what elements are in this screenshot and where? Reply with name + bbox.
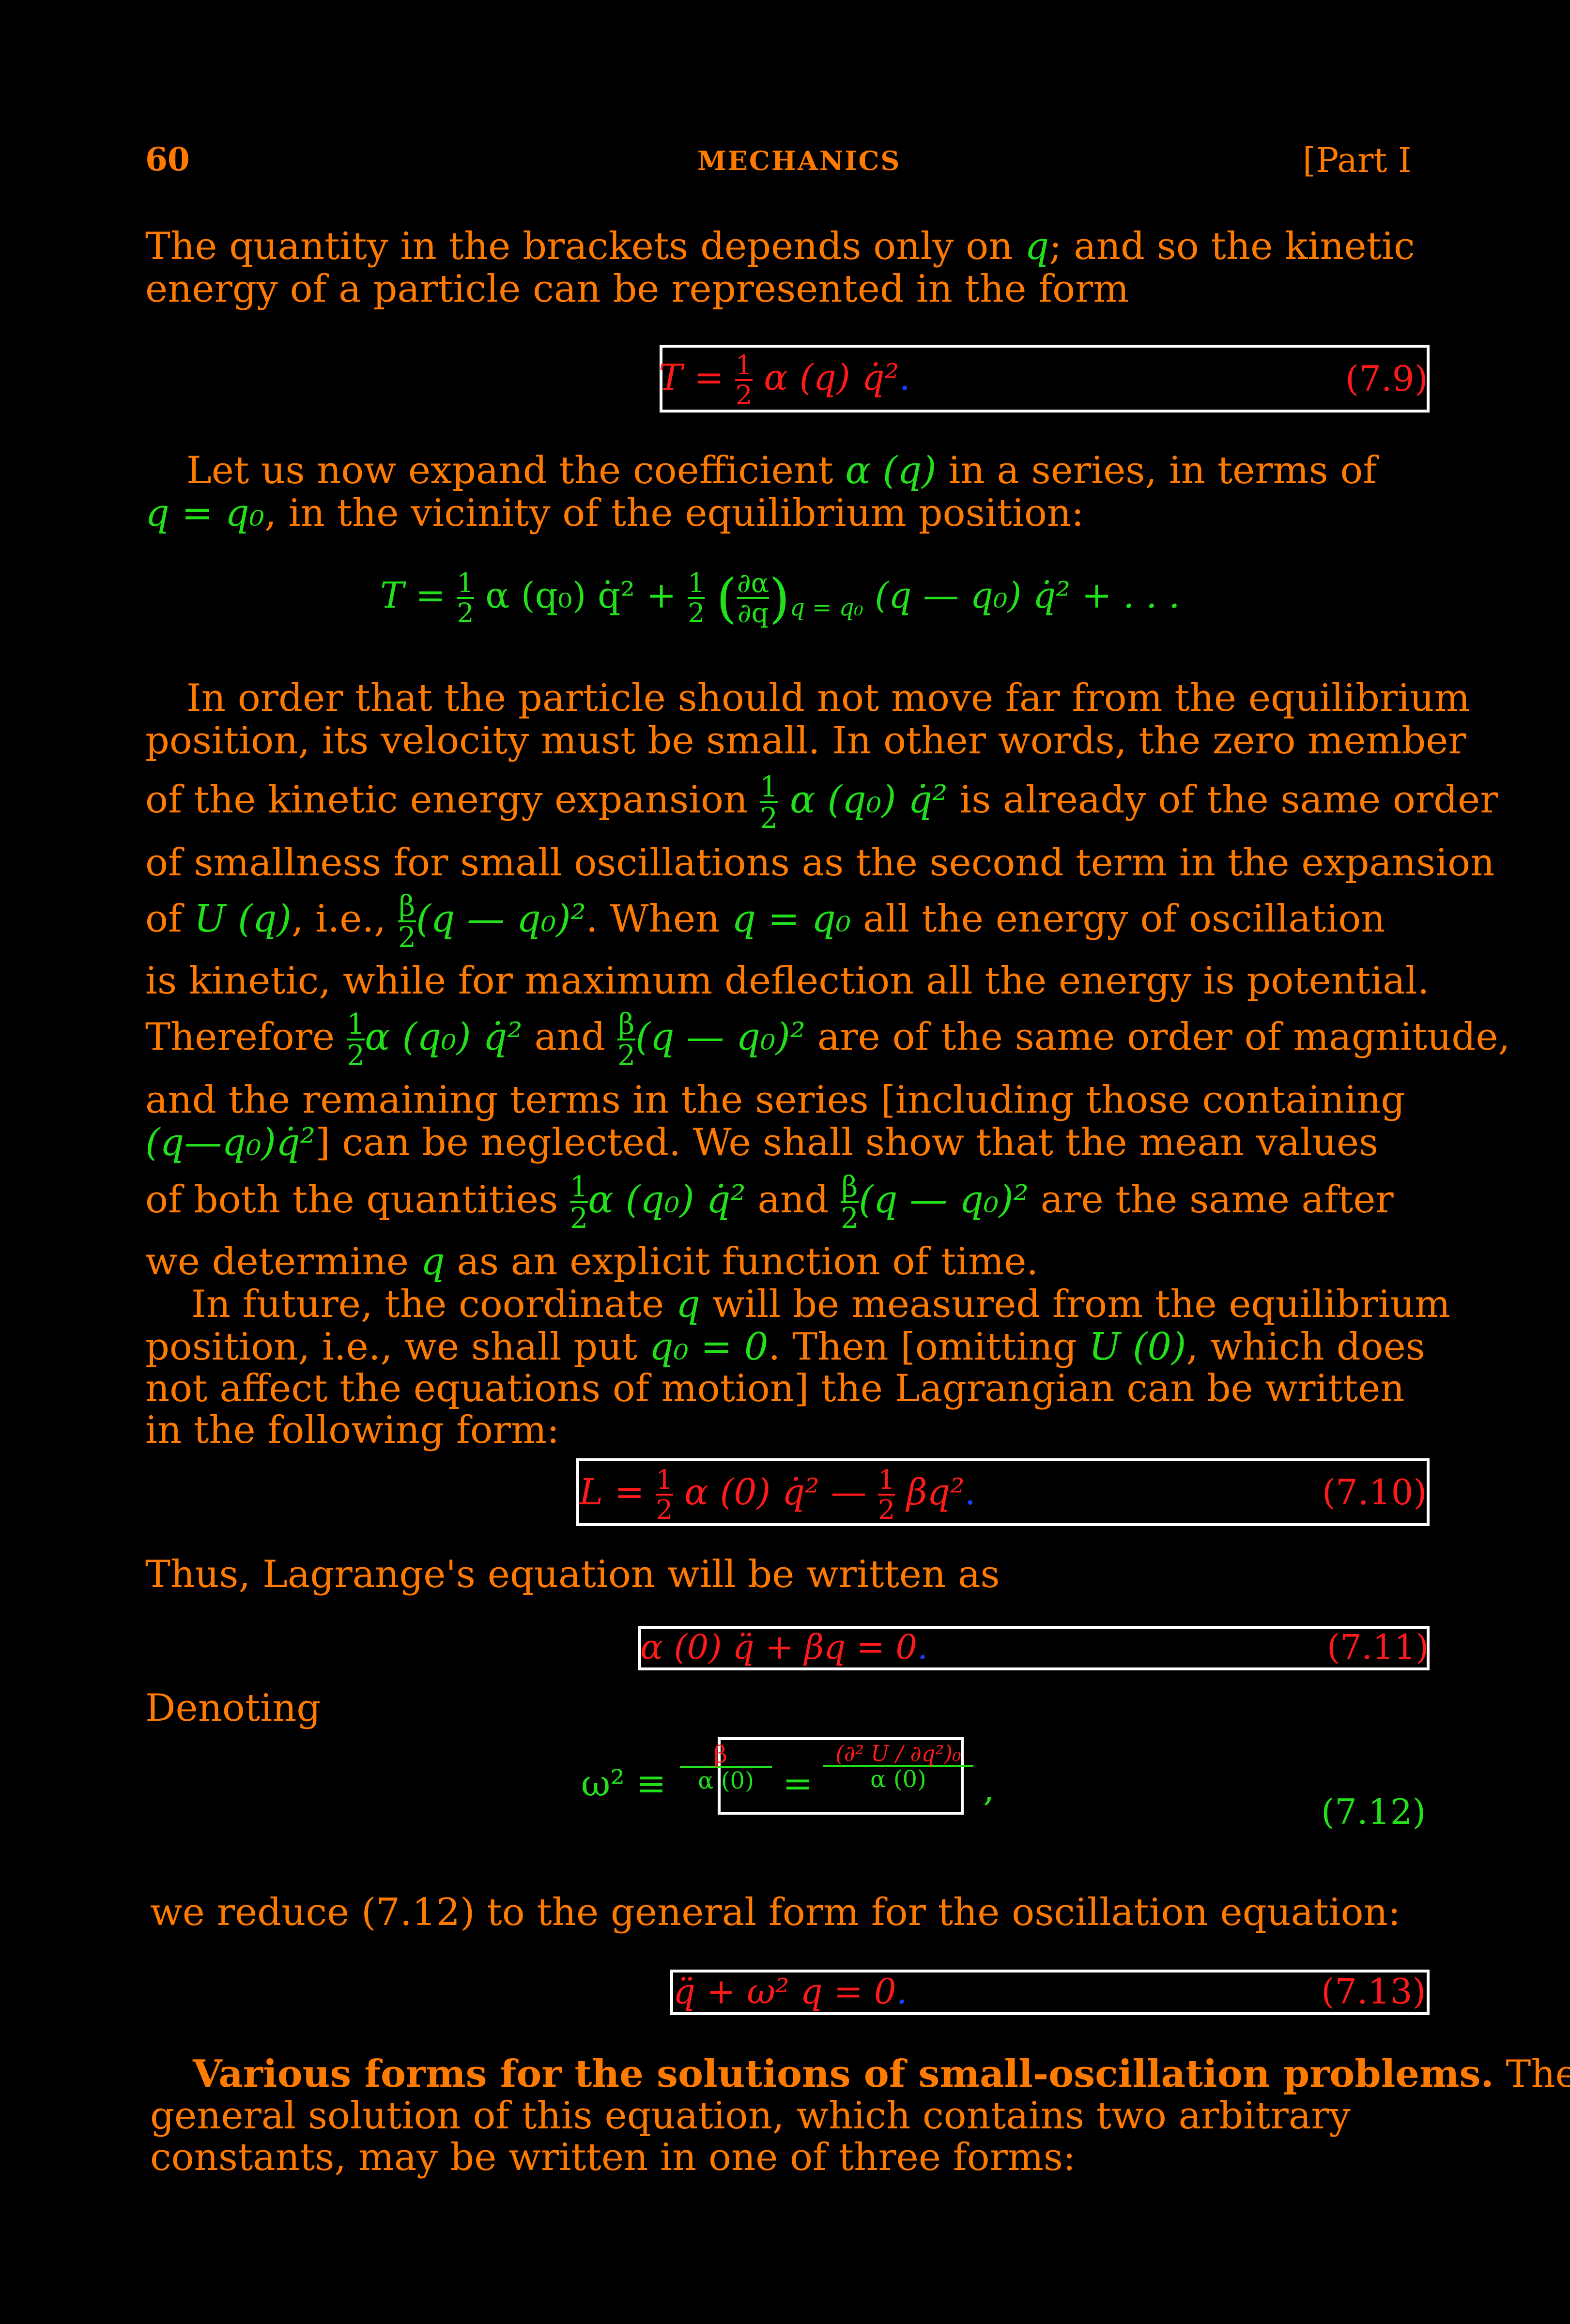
equation-7-9: T = 12 α (q) q̇².: [659, 350, 910, 411]
para3-line1: In order that the particle should not mo…: [186, 676, 1470, 720]
para2-line2: q = q₀, in the vicinity of the equilibri…: [145, 491, 1084, 535]
para3-line7: Therefore 12α (q₀) q̇² and β 2 (q — q₀)² a…: [145, 1008, 1510, 1072]
equation-7-11-label: (7.11): [1327, 1627, 1429, 1667]
para3-line11: we determine q as an explicit function o…: [145, 1240, 1039, 1284]
equation-7-12-lhs: ω² ≡: [581, 1763, 666, 1804]
equation-7-10-label: (7.10): [1322, 1472, 1427, 1513]
para3-line9: (q—q₀)q̇²] can be neglected. We shall sh…: [145, 1121, 1379, 1164]
equation-7-12-equals: =: [783, 1763, 813, 1804]
equation-7-11: α (0) q̈ + βq = 0.: [640, 1627, 928, 1667]
para3-line4: of smallness for small oscillations as t…: [145, 841, 1495, 885]
para3-line6: is kinetic, while for maximum deflection…: [145, 959, 1430, 1003]
para4-line2: position, i.e., we shall put q₀ = 0. The…: [145, 1325, 1425, 1369]
equation-7-9-label: (7.9): [1345, 358, 1428, 399]
para8-line2: general solution of this equation, which…: [150, 2094, 1351, 2138]
para3-line10: of both the quantities 12α (q₀) q̇² and …: [145, 1170, 1394, 1235]
para1-line1: The quantity in the brackets depends onl…: [145, 225, 1415, 268]
para3-line5: of U (q), i.e., β 2 (q — q₀)². When q = q₀…: [145, 889, 1385, 954]
equation-7-10: L = 12 α (0) q̇² — 12 βq².: [579, 1464, 976, 1526]
part-label: [Part I: [1303, 140, 1412, 180]
para3-line2: position, its velocity must be small. In…: [145, 719, 1466, 763]
page-number: 60: [145, 140, 190, 178]
para8-line1: Various forms for the solutions of small…: [193, 2052, 1570, 2096]
para8-line3: constants, may be written in one of thre…: [150, 2136, 1076, 2179]
para5: Thus, Lagrange's equation will be writte…: [145, 1553, 1000, 1596]
para7: we reduce (7.12) to the general form for…: [150, 1891, 1401, 1934]
para4-line1: In future, the coordinate q will be meas…: [191, 1283, 1450, 1326]
equation-7-12-frac2: (∂² U / ∂q²)₀ α (0): [823, 1743, 973, 1791]
para6: Denoting: [145, 1686, 321, 1730]
para2-line1: Let us now expand the coefficient α (q) …: [186, 449, 1377, 492]
para3-line3: of the kinetic energy expansion 12 α (q₀…: [145, 770, 1498, 835]
para1-line2: energy of a particle can be represented …: [145, 267, 1129, 311]
para4-line4: in the following form:: [145, 1408, 560, 1452]
equation-7-13: q̈ + ω² q = 0.: [673, 1971, 908, 2012]
document-page: 60 MECHANICS [Part I The quantity in the…: [0, 0, 1570, 2324]
section-heading: Various forms for the solutions of small…: [193, 2052, 1494, 2096]
equation-7-12-comma: ,: [983, 1768, 995, 1809]
equation-7-13-label: (7.13): [1321, 1971, 1426, 2012]
equation-7-12-frac1: βα (0): [680, 1743, 772, 1792]
para3-line8: and the remaining terms in the series [i…: [145, 1078, 1405, 1122]
para4-line3: not affect the equations of motion] the …: [145, 1367, 1405, 1410]
equation-7-12-label: (7.12): [1321, 1791, 1426, 1832]
equation-expansion: T = 12 α (q₀) q̇² + 12 (∂α ∂q)q = q₀ (q —…: [380, 567, 1180, 629]
running-title: MECHANICS: [697, 145, 901, 176]
